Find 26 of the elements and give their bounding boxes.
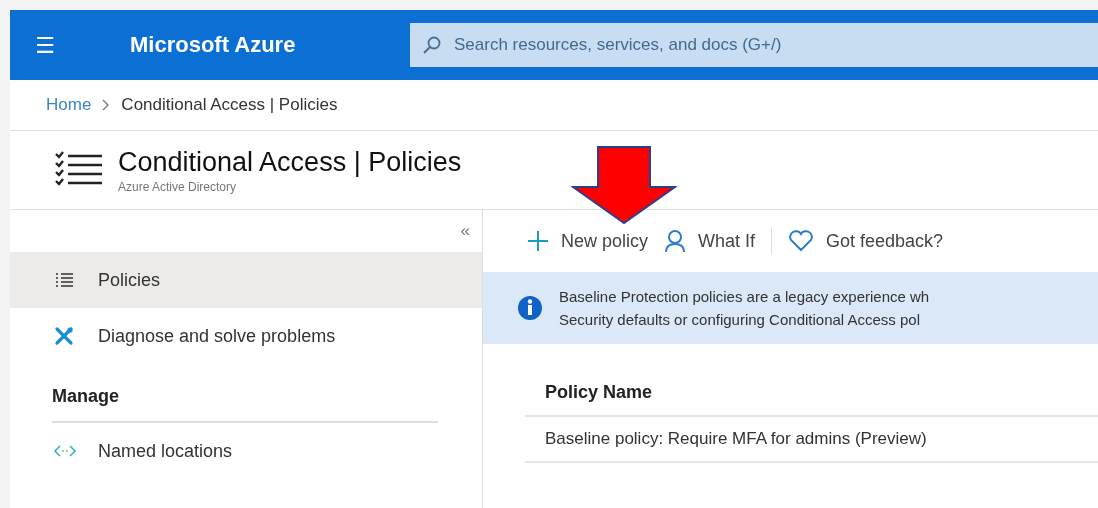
plus-icon: [527, 230, 549, 252]
heart-icon: [788, 230, 815, 252]
toolbar-button[interactable]: New policy: [527, 230, 649, 252]
menu-button[interactable]: ☰: [10, 32, 80, 58]
table-cell-text: Baseline policy: Require MFA for admins (Preview): [545, 429, 928, 449]
code-icon: [54, 444, 76, 458]
collapse-button[interactable]: «: [460, 221, 470, 241]
sidebar-item[interactable]: Named locations: [10, 423, 482, 479]
search-icon: [422, 35, 442, 55]
column-header: Policy Name: [545, 382, 654, 403]
toolbar-button[interactable]: What If: [664, 229, 756, 253]
person-icon: [664, 229, 687, 253]
list-icon: [54, 272, 74, 288]
breadcrumb-link[interactable]: Home: [46, 95, 92, 115]
sidebar-item[interactable]: Policies: [10, 252, 482, 308]
breadcrumb-current: Conditional Access | Policies: [121, 95, 338, 115]
brand-title[interactable]: Microsoft Azure: [130, 32, 410, 58]
page-subtitle: Azure Active Directory: [118, 179, 238, 194]
banner-text: Baseline Protection policies are a legacy experience wh Security defaults or configuring Conditional Access pol: [559, 287, 930, 330]
toolbar-button[interactable]: Got feedback?: [788, 230, 944, 252]
sidebar-item[interactable]: Diagnose and solve problems: [10, 308, 482, 364]
page-title: Conditional Access | Policies: [118, 146, 462, 178]
tools-icon: [54, 326, 74, 346]
search-field[interactable]: Search resources, services, and docs (G+/): [410, 23, 1098, 67]
info-icon: [517, 295, 543, 321]
section-heading: Manage: [52, 386, 438, 423]
